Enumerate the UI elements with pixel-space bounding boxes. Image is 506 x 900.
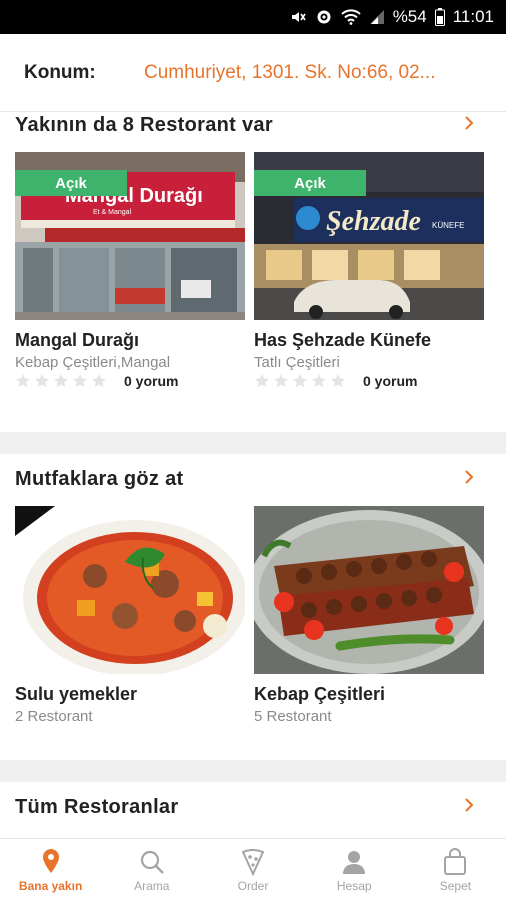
bottom-navigation: Bana yakın Arama Order Hesap Sepet [0,838,506,900]
star-icon [54,374,68,388]
cuisine-photo [254,506,484,674]
nearby-section: Yakının da 8 Restorant var Mangal Durağı… [0,112,506,432]
svg-text:Et & Mangal: Et & Mangal [93,209,132,216]
restaurant-photo: Mangal Durağı Et & Mangal Açık [15,152,245,320]
star-icon [274,374,288,388]
nav-order[interactable]: Order [202,839,303,900]
cuisine-name[interactable]: Sulu yemekler [15,684,137,705]
location-bar[interactable]: Konum: Cumhuriyet, 1301. Sk. No:66, 02..… [0,34,506,112]
cuisines-section: Mutfaklara göz at Sulu yemekler 2 Restor… [0,454,506,760]
cuisines-title: Mutfaklara göz at [15,468,184,490]
restaurant-category: Kebap Çeşitleri,Mangal [15,354,171,371]
chevron-right-icon[interactable] [462,798,476,812]
nav-search[interactable]: Arama [101,839,202,900]
nav-label: Order [237,879,269,893]
cuisine-restaurant-count: 5 Restorant [254,708,332,725]
battery-percent: %54 [392,7,427,26]
rating-stars: 0 yorum [254,373,417,389]
section-divider [0,432,506,454]
open-status-badge: Açık [254,170,366,196]
nav-label: Bana yakın [18,879,83,893]
pizza-slice-icon [241,849,265,877]
nav-label: Hesap [336,879,372,893]
restaurant-category: Tatlı Çeşitleri [254,354,340,371]
section-divider [0,760,506,782]
restaurant-name[interactable]: Has Şehzade Künefe [254,330,431,351]
status-bar: %54 11:01 [0,0,506,34]
cuisine-card[interactable]: Kebap Çeşitleri 5 Restorant [254,506,484,746]
nav-account[interactable]: Hesap [304,839,405,900]
location-address[interactable]: Cumhuriyet, 1301. Sk. No:66, 02... [144,62,484,84]
chevron-right-icon[interactable] [462,470,476,484]
cuisine-name[interactable]: Kebap Çeşitleri [254,684,385,705]
chevron-right-icon[interactable] [462,116,476,130]
nav-cart[interactable]: Sepet [405,839,506,900]
star-icon [73,374,87,388]
cuisine-photo [15,506,245,674]
nav-label: Sepet [439,879,472,893]
nearby-title: Yakının da 8 Restorant var [15,114,273,136]
search-icon [140,850,164,874]
location-label: Konum: [24,61,96,83]
signal-icon [369,9,385,25]
star-icon [312,374,326,388]
location-pin-icon [42,849,59,873]
battery-icon [434,8,445,26]
rating-stars: 0 yorum [15,373,178,389]
star-icon [92,374,106,388]
wifi-icon [340,9,361,25]
shopping-bag-icon [444,848,467,875]
star-icon [331,374,345,388]
star-icon [255,374,269,388]
clock: 11:01 [452,7,494,26]
star-icon [35,374,49,388]
open-status-badge: Açık [15,170,127,196]
nav-nearby[interactable]: Bana yakın [0,839,101,900]
user-icon [343,851,366,874]
restaurant-name[interactable]: Mangal Durağı [15,330,139,351]
mute-icon [289,8,307,26]
review-count: 0 yorum [124,373,179,389]
restaurant-card[interactable]: Mangal Durağı Et & Mangal Açık Mangal Du… [15,152,245,412]
star-icon [16,374,30,388]
svg-text:KÜNEFE: KÜNEFE [432,221,464,230]
all-restaurants-section: Tüm Restoranlar [0,782,506,838]
restaurant-photo: Şehzade KÜNEFE Açık [254,152,484,320]
cuisine-card[interactable]: Sulu yemekler 2 Restorant [15,506,245,746]
all-restaurants-title: Tüm Restoranlar [15,796,179,818]
settings-icon [315,8,333,26]
cuisine-restaurant-count: 2 Restorant [15,708,93,725]
main-scroll[interactable]: Yakının da 8 Restorant var Mangal Durağı… [0,112,506,838]
nav-label: Arama [134,879,170,893]
restaurant-card[interactable]: Şehzade KÜNEFE Açık Has Şehzade Künefe T… [254,152,484,412]
review-count: 0 yorum [363,373,418,389]
star-icon [293,374,307,388]
restaurant-sign-text: Şehzade [326,206,421,237]
